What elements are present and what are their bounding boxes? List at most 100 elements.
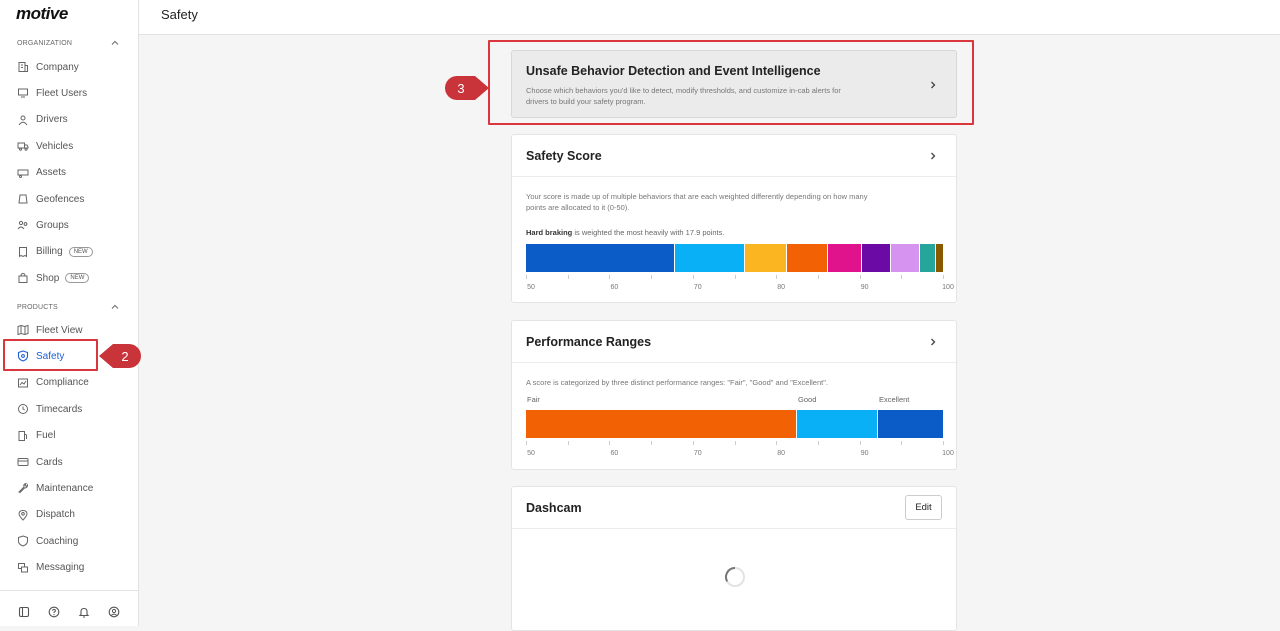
geofence-icon — [18, 194, 28, 204]
sidebar-item-vehicles[interactable]: Vehicles — [17, 137, 73, 155]
map-icon — [17, 324, 29, 336]
scale-tick — [734, 275, 736, 279]
safety-score-title: Safety Score — [526, 149, 602, 163]
chat-icon — [18, 562, 28, 573]
annotation-highlight-safety — [3, 339, 98, 371]
building-icon — [18, 62, 28, 72]
chevron-up-icon[interactable] — [110, 302, 120, 312]
sidebar-item-assets[interactable]: Assets — [17, 164, 66, 182]
sidebar-item-label: Timecards — [36, 403, 83, 415]
sidebar-item-label: Shop — [36, 272, 60, 284]
performance-ranges-title: Performance Ranges — [526, 335, 652, 349]
scale-tick — [859, 441, 861, 445]
sidebar-item-company[interactable]: Company — [17, 58, 79, 76]
scale-label: 70 — [693, 284, 702, 291]
score-segment[interactable] — [786, 244, 828, 272]
scale-label: 70 — [693, 450, 702, 457]
sidebar-item-fleet-users[interactable]: Fleet Users — [17, 84, 87, 102]
sidebar-item-groups[interactable]: Groups — [17, 216, 69, 234]
sidebar-item-fuel[interactable]: Fuel — [17, 427, 55, 445]
range-label-good: Good — [798, 395, 817, 404]
sidebar-item-cards[interactable]: Cards — [17, 453, 63, 471]
sidebar-item-label: Cards — [36, 456, 63, 468]
bell-icon[interactable] — [78, 606, 90, 618]
trailer-icon — [17, 169, 29, 178]
sidebar-item-messaging[interactable]: Messaging — [17, 559, 84, 577]
score-segment[interactable] — [827, 244, 863, 272]
chevron-up-icon[interactable] — [110, 38, 120, 48]
sidebar-item-label: Fleet Users — [36, 87, 88, 99]
scale-label: 100 — [942, 284, 954, 291]
bag-icon — [18, 273, 28, 284]
scale-tick — [609, 441, 611, 445]
scale-label: 90 — [860, 450, 869, 457]
sidebar-item-timecards[interactable]: Timecards — [17, 400, 82, 418]
loading-spinner-icon — [725, 567, 745, 587]
score-segment[interactable] — [936, 244, 943, 272]
page-title: Safety — [161, 7, 198, 22]
chevron-right-icon[interactable] — [928, 151, 938, 161]
book-icon[interactable] — [18, 606, 30, 618]
sidebar-item-label: Compliance — [36, 377, 89, 389]
sidebar-item-label: Geofences — [36, 193, 85, 205]
edit-button[interactable]: Edit — [905, 495, 942, 520]
sidebar-item-label: Assets — [36, 167, 67, 179]
safety-score-weight-bar — [526, 244, 943, 272]
dashcam-card: Dashcam Edit — [511, 486, 957, 631]
safety-score-scale: 50 60 70 80 90 100 — [526, 275, 954, 297]
performance-range-bar — [526, 410, 943, 438]
range-segment-fair — [526, 410, 798, 438]
wrench-icon — [18, 483, 29, 494]
sidebar-item-compliance[interactable]: Compliance — [17, 374, 89, 392]
sidebar-item-dispatch[interactable]: Dispatch — [17, 506, 75, 524]
sidebar-item-label: Fuel — [36, 430, 56, 442]
score-segment[interactable] — [862, 244, 892, 272]
scale-tick — [651, 275, 653, 279]
sidebar-item-coaching[interactable]: Coaching — [17, 532, 78, 550]
sidebar-item-billing[interactable]: Billing NEW — [17, 243, 93, 261]
section-organization-label: ORGANIZATION — [17, 40, 73, 47]
scale-tick — [692, 441, 694, 445]
card-divider — [512, 362, 956, 363]
card-divider — [512, 528, 956, 529]
sidebar-item-label: Messaging — [36, 562, 85, 574]
new-badge: NEW — [65, 273, 90, 284]
sidebar-item-label: Maintenance — [36, 482, 94, 494]
help-icon[interactable] — [48, 606, 60, 618]
dashcam-title: Dashcam — [526, 501, 582, 515]
score-segment[interactable] — [891, 244, 920, 272]
scale-tick — [776, 275, 778, 279]
annotation-marker-3-label: 3 — [457, 80, 465, 96]
motive-logo[interactable]: motive — [16, 4, 68, 24]
annotation-marker-2-label: 2 — [121, 348, 129, 364]
scale-tick — [651, 441, 653, 445]
sidebar-item-fleet-view[interactable]: Fleet View — [17, 321, 83, 339]
sidebar-item-label: Vehicles — [36, 140, 74, 152]
highlight-text: is weighted the most heavily with 17.9 p… — [572, 228, 725, 237]
scale-label: 100 — [942, 450, 954, 457]
scale-tick — [609, 275, 611, 279]
scale-tick — [526, 441, 527, 445]
sidebar-item-drivers[interactable]: Drivers — [17, 111, 68, 129]
performance-ranges-description: A score is categorized by three distinct… — [526, 378, 828, 387]
score-segment[interactable] — [526, 244, 675, 272]
sidebar-item-maintenance[interactable]: Maintenance — [17, 479, 93, 497]
receipt-icon — [19, 246, 27, 258]
card-divider — [512, 176, 956, 177]
scale-tick — [817, 441, 819, 445]
score-segment[interactable] — [745, 244, 787, 272]
performance-range-labels: Fair Good Excellent — [526, 395, 943, 407]
fuel-icon — [18, 430, 27, 441]
sidebar-item-geofences[interactable]: Geofences — [17, 190, 84, 208]
safety-score-card: Safety Score Your score is made up of mu… — [511, 134, 957, 303]
safety-score-description-line1: Your score is made up of multiple behavi… — [526, 192, 868, 201]
user-icon[interactable] — [108, 606, 120, 618]
scale-tick — [901, 441, 903, 445]
score-segment[interactable] — [919, 244, 937, 272]
score-segment[interactable] — [674, 244, 746, 272]
scale-label: 90 — [860, 284, 869, 291]
sidebar-item-shop[interactable]: Shop NEW — [17, 269, 90, 287]
scale-label: 60 — [610, 284, 619, 291]
sidebar-item-label: Coaching — [36, 535, 79, 547]
chevron-right-icon[interactable] — [928, 337, 938, 347]
